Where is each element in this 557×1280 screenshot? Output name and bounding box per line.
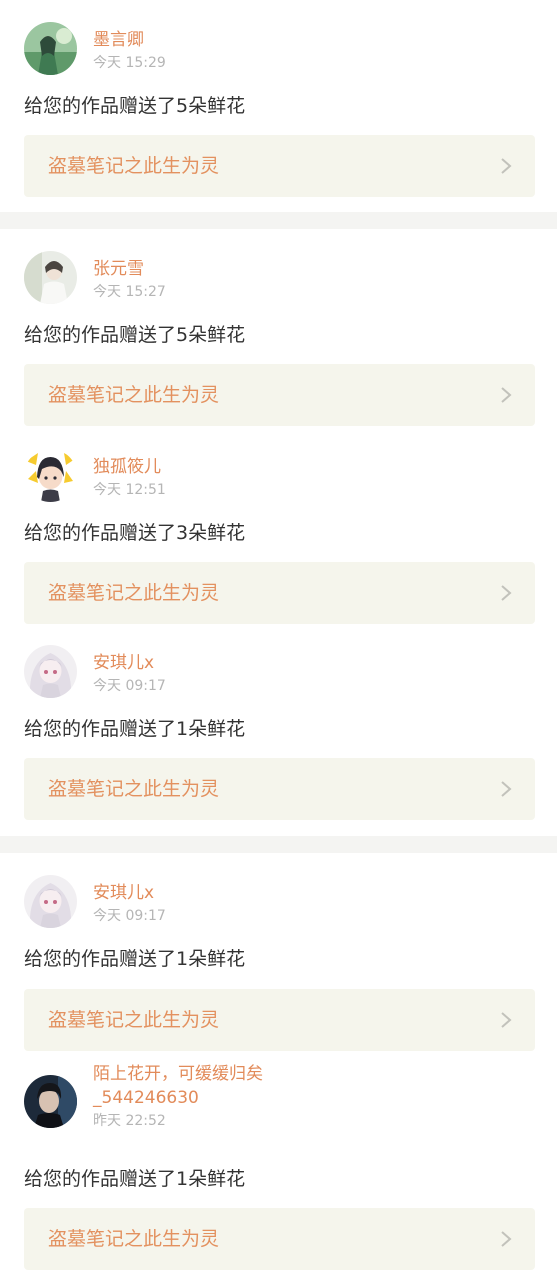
gift-message: 给您的作品赠送了1朵鲜花: [24, 948, 246, 970]
gift-message: 给您的作品赠送了1朵鲜花: [24, 1168, 246, 1190]
timestamp: 今天 15:29: [93, 55, 166, 71]
notification-group: 张元雪 今天 15:27 给您的作品赠送了5朵鲜花 盗墓笔记之此生为灵 独孤筱儿…: [0, 229, 557, 836]
notification-item: 安琪儿x 今天 09:17 给您的作品赠送了1朵鲜花 盗墓笔记之此生为灵: [0, 625, 557, 836]
notification-group: 安琪儿x 今天 09:17 给您的作品赠送了1朵鲜花 盗墓笔记之此生为灵 陌上花…: [0, 853, 557, 1280]
username[interactable]: 安琪儿x: [93, 883, 154, 903]
timestamp: 今天 09:17: [93, 678, 166, 694]
avatar-landscape-image: [24, 22, 77, 75]
username[interactable]: 张元雪: [93, 259, 144, 279]
chevron-right-icon: [499, 781, 513, 797]
notification-item: 张元雪 今天 15:27 给您的作品赠送了5朵鲜花 盗墓笔记之此生为灵: [0, 229, 557, 427]
timestamp: 今天 15:27: [93, 284, 166, 300]
work-title: 盗墓笔记之此生为灵: [48, 155, 220, 177]
notification-list: 墨言卿 今天 15:29 给您的作品赠送了5朵鲜花 盗墓笔记之此生为灵 张元雪 …: [0, 0, 557, 1280]
work-card[interactable]: 盗墓笔记之此生为灵: [24, 135, 535, 197]
username-line-2[interactable]: _544246630: [93, 1088, 199, 1108]
gift-message: 给您的作品赠送了1朵鲜花: [24, 718, 246, 740]
avatar-cartoon-girl-image: [24, 449, 77, 502]
chevron-right-icon: [499, 1012, 513, 1028]
notification-item: 陌上花开，可缓缓归矣 _544246630 昨天 22:52 给您的作品赠送了1…: [0, 1051, 557, 1280]
chevron-right-icon: [499, 158, 513, 174]
work-card[interactable]: 盗墓笔记之此生为灵: [24, 364, 535, 426]
username-line-1[interactable]: 陌上花开，可缓缓归矣: [93, 1064, 263, 1084]
notification-group: 墨言卿 今天 15:29 给您的作品赠送了5朵鲜花 盗墓笔记之此生为灵: [0, 0, 557, 212]
user-avatar[interactable]: [24, 1075, 77, 1128]
avatar-anime-girl-image: [24, 645, 77, 698]
notification-item: 墨言卿 今天 15:29 给您的作品赠送了5朵鲜花 盗墓笔记之此生为灵: [0, 0, 557, 212]
work-title: 盗墓笔记之此生为灵: [48, 384, 220, 406]
work-title: 盗墓笔记之此生为灵: [48, 1009, 220, 1031]
avatar-dark-boy-image: [24, 1075, 77, 1128]
username[interactable]: 墨言卿: [93, 30, 144, 50]
gift-message: 给您的作品赠送了3朵鲜花: [24, 522, 246, 544]
chevron-right-icon: [499, 585, 513, 601]
timestamp: 今天 12:51: [93, 482, 166, 498]
timestamp: 今天 09:17: [93, 908, 166, 924]
chevron-right-icon: [499, 387, 513, 403]
work-title: 盗墓笔记之此生为灵: [48, 778, 220, 800]
gift-message: 给您的作品赠送了5朵鲜花: [24, 324, 246, 346]
group-divider: [0, 836, 557, 853]
work-title: 盗墓笔记之此生为灵: [48, 582, 220, 604]
avatar-anime-girl-image: [24, 875, 77, 928]
notification-item: 独孤筱儿 今天 12:51 给您的作品赠送了3朵鲜花 盗墓笔记之此生为灵: [0, 427, 557, 625]
work-title: 盗墓笔记之此生为灵: [48, 1228, 220, 1250]
work-card[interactable]: 盗墓笔记之此生为灵: [24, 758, 535, 820]
group-divider: [0, 212, 557, 229]
username[interactable]: 独孤筱儿: [93, 457, 161, 477]
chevron-right-icon: [499, 1231, 513, 1247]
user-avatar[interactable]: [24, 449, 77, 502]
work-card[interactable]: 盗墓笔记之此生为灵: [24, 562, 535, 624]
avatar-light-person-image: [24, 251, 77, 304]
work-card[interactable]: 盗墓笔记之此生为灵: [24, 1208, 535, 1270]
user-avatar[interactable]: [24, 645, 77, 698]
timestamp: 昨天 22:52: [93, 1113, 166, 1129]
user-avatar[interactable]: [24, 875, 77, 928]
gift-message: 给您的作品赠送了5朵鲜花: [24, 95, 246, 117]
user-avatar[interactable]: [24, 22, 77, 75]
work-card[interactable]: 盗墓笔记之此生为灵: [24, 989, 535, 1051]
user-avatar[interactable]: [24, 251, 77, 304]
username[interactable]: 安琪儿x: [93, 653, 154, 673]
notification-item: 安琪儿x 今天 09:17 给您的作品赠送了1朵鲜花 盗墓笔记之此生为灵: [0, 853, 557, 1051]
